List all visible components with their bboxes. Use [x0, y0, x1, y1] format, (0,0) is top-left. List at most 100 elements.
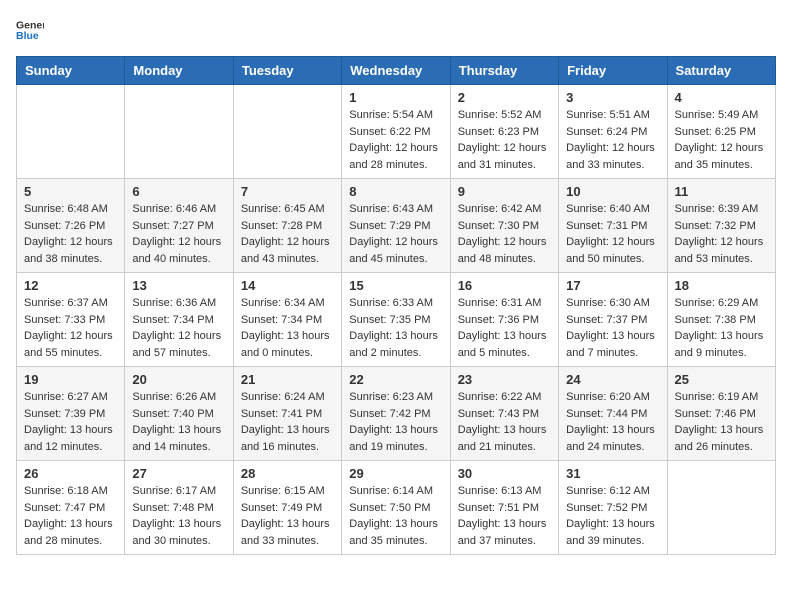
calendar-cell: 5 Sunrise: 6:48 AMSunset: 7:26 PMDaylight…: [17, 179, 125, 273]
day-info: Sunrise: 6:19 AMSunset: 7:46 PMDaylight:…: [675, 389, 768, 455]
day-number: 27: [132, 466, 225, 481]
day-number: 9: [458, 184, 551, 199]
day-number: 5: [24, 184, 117, 199]
day-info: Sunrise: 6:22 AMSunset: 7:43 PMDaylight:…: [458, 389, 551, 455]
calendar-table: SundayMondayTuesdayWednesdayThursdayFrid…: [16, 56, 776, 555]
calendar-cell: 27 Sunrise: 6:17 AMSunset: 7:48 PMDayligh…: [125, 461, 233, 555]
day-info: Sunrise: 6:48 AMSunset: 7:26 PMDaylight:…: [24, 201, 117, 267]
calendar-week-row: 12Sunrise: 6:37 AMSunset: 7:33 PMDayligh…: [17, 273, 776, 367]
calendar-cell: [17, 85, 125, 179]
day-info: Sunrise: 6:40 AMSunset: 7:31 PMDaylight:…: [566, 201, 659, 267]
calendar-cell: 28 Sunrise: 6:15 AMSunset: 7:49 PMDayligh…: [233, 461, 341, 555]
day-info: Sunrise: 6:43 AMSunset: 7:29 PMDaylight:…: [349, 201, 442, 267]
day-info: Sunrise: 6:46 AMSunset: 7:27 PMDaylight:…: [132, 201, 225, 267]
day-info: Sunrise: 6:18 AMSunset: 7:47 PMDaylight:…: [24, 483, 117, 549]
day-info: Sunrise: 6:13 AMSunset: 7:51 PMDaylight:…: [458, 483, 551, 549]
day-number: 30: [458, 466, 551, 481]
calendar-header-sunday: Sunday: [17, 57, 125, 85]
calendar-cell: 23Sunrise: 6:22 AMSunset: 7:43 PMDayligh…: [450, 367, 558, 461]
day-number: 2: [458, 90, 551, 105]
calendar-cell: 29Sunrise: 6:14 AMSunset: 7:50 PMDayligh…: [342, 461, 450, 555]
day-number: 13: [132, 278, 225, 293]
day-info: Sunrise: 6:37 AMSunset: 7:33 PMDaylight:…: [24, 295, 117, 361]
day-info: Sunrise: 6:31 AMSunset: 7:36 PMDaylight:…: [458, 295, 551, 361]
calendar-cell: 24 Sunrise: 6:20 AMSunset: 7:44 PMDayligh…: [559, 367, 667, 461]
day-info: Sunrise: 6:12 AMSunset: 7:52 PMDaylight:…: [566, 483, 659, 549]
calendar-cell: 14 Sunrise: 6:34 AMSunset: 7:34 PMDayligh…: [233, 273, 341, 367]
day-number: 25: [675, 372, 768, 387]
calendar-cell: 9 Sunrise: 6:42 AMSunset: 7:30 PMDaylight…: [450, 179, 558, 273]
calendar-cell: 2 Sunrise: 5:52 AMSunset: 6:23 PMDaylight…: [450, 85, 558, 179]
day-info: Sunrise: 6:26 AMSunset: 7:40 PMDaylight:…: [132, 389, 225, 455]
logo: General Blue: [16, 16, 44, 44]
calendar-cell: [125, 85, 233, 179]
day-number: 22: [349, 372, 442, 387]
day-number: 6: [132, 184, 225, 199]
calendar-cell: 20 Sunrise: 6:26 AMSunset: 7:40 PMDayligh…: [125, 367, 233, 461]
day-info: Sunrise: 6:24 AMSunset: 7:41 PMDaylight:…: [241, 389, 334, 455]
calendar-header-row: SundayMondayTuesdayWednesdayThursdayFrid…: [17, 57, 776, 85]
day-number: 1: [349, 90, 442, 105]
calendar-week-row: 19 Sunrise: 6:27 AMSunset: 7:39 PMDayligh…: [17, 367, 776, 461]
day-info: Sunrise: 6:34 AMSunset: 7:34 PMDaylight:…: [241, 295, 334, 361]
day-number: 16: [458, 278, 551, 293]
logo-icon: General Blue: [16, 16, 44, 44]
calendar-cell: 15 Sunrise: 6:33 AMSunset: 7:35 PMDayligh…: [342, 273, 450, 367]
day-number: 15: [349, 278, 442, 293]
calendar-cell: 11 Sunrise: 6:39 AMSunset: 7:32 PMDayligh…: [667, 179, 775, 273]
day-number: 28: [241, 466, 334, 481]
calendar-cell: 21 Sunrise: 6:24 AMSunset: 7:41 PMDayligh…: [233, 367, 341, 461]
calendar-cell: 1 Sunrise: 5:54 AMSunset: 6:22 PMDaylight…: [342, 85, 450, 179]
day-number: 21: [241, 372, 334, 387]
day-number: 24: [566, 372, 659, 387]
calendar-week-row: 1 Sunrise: 5:54 AMSunset: 6:22 PMDaylight…: [17, 85, 776, 179]
day-number: 8: [349, 184, 442, 199]
day-info: Sunrise: 5:54 AMSunset: 6:22 PMDaylight:…: [349, 107, 442, 173]
day-info: Sunrise: 5:51 AMSunset: 6:24 PMDaylight:…: [566, 107, 659, 173]
calendar-header-monday: Monday: [125, 57, 233, 85]
calendar-cell: 30 Sunrise: 6:13 AMSunset: 7:51 PMDayligh…: [450, 461, 558, 555]
day-info: Sunrise: 6:33 AMSunset: 7:35 PMDaylight:…: [349, 295, 442, 361]
calendar-cell: 16 Sunrise: 6:31 AMSunset: 7:36 PMDayligh…: [450, 273, 558, 367]
day-info: Sunrise: 6:15 AMSunset: 7:49 PMDaylight:…: [241, 483, 334, 549]
calendar-cell: 4Sunrise: 5:49 AMSunset: 6:25 PMDaylight…: [667, 85, 775, 179]
calendar-week-row: 26 Sunrise: 6:18 AMSunset: 7:47 PMDayligh…: [17, 461, 776, 555]
day-number: 26: [24, 466, 117, 481]
calendar-cell: 10 Sunrise: 6:40 AMSunset: 7:31 PMDayligh…: [559, 179, 667, 273]
calendar-cell: 26 Sunrise: 6:18 AMSunset: 7:47 PMDayligh…: [17, 461, 125, 555]
day-info: Sunrise: 6:23 AMSunset: 7:42 PMDaylight:…: [349, 389, 442, 455]
calendar-cell: 7Sunrise: 6:45 AMSunset: 7:28 PMDaylight…: [233, 179, 341, 273]
calendar-cell: 25 Sunrise: 6:19 AMSunset: 7:46 PMDayligh…: [667, 367, 775, 461]
calendar-cell: [233, 85, 341, 179]
calendar-cell: 3 Sunrise: 5:51 AMSunset: 6:24 PMDaylight…: [559, 85, 667, 179]
calendar-cell: 13 Sunrise: 6:36 AMSunset: 7:34 PMDayligh…: [125, 273, 233, 367]
day-number: 19: [24, 372, 117, 387]
day-number: 4: [675, 90, 768, 105]
day-number: 14: [241, 278, 334, 293]
calendar-week-row: 5 Sunrise: 6:48 AMSunset: 7:26 PMDaylight…: [17, 179, 776, 273]
day-info: Sunrise: 6:42 AMSunset: 7:30 PMDaylight:…: [458, 201, 551, 267]
day-number: 20: [132, 372, 225, 387]
calendar-cell: [667, 461, 775, 555]
calendar-cell: 19 Sunrise: 6:27 AMSunset: 7:39 PMDayligh…: [17, 367, 125, 461]
day-info: Sunrise: 5:52 AMSunset: 6:23 PMDaylight:…: [458, 107, 551, 173]
day-number: 18: [675, 278, 768, 293]
day-info: Sunrise: 6:27 AMSunset: 7:39 PMDaylight:…: [24, 389, 117, 455]
calendar-header-saturday: Saturday: [667, 57, 775, 85]
day-info: Sunrise: 6:36 AMSunset: 7:34 PMDaylight:…: [132, 295, 225, 361]
calendar-header-thursday: Thursday: [450, 57, 558, 85]
day-info: Sunrise: 6:45 AMSunset: 7:28 PMDaylight:…: [241, 201, 334, 267]
calendar-cell: 18Sunrise: 6:29 AMSunset: 7:38 PMDayligh…: [667, 273, 775, 367]
page-header: General Blue: [16, 16, 776, 44]
calendar-cell: 22 Sunrise: 6:23 AMSunset: 7:42 PMDayligh…: [342, 367, 450, 461]
day-number: 3: [566, 90, 659, 105]
day-info: Sunrise: 6:39 AMSunset: 7:32 PMDaylight:…: [675, 201, 768, 267]
day-number: 10: [566, 184, 659, 199]
day-number: 17: [566, 278, 659, 293]
day-number: 11: [675, 184, 768, 199]
calendar-cell: 8 Sunrise: 6:43 AMSunset: 7:29 PMDaylight…: [342, 179, 450, 273]
day-number: 31: [566, 466, 659, 481]
day-info: Sunrise: 6:17 AMSunset: 7:48 PMDaylight:…: [132, 483, 225, 549]
day-info: Sunrise: 6:30 AMSunset: 7:37 PMDaylight:…: [566, 295, 659, 361]
day-info: Sunrise: 6:20 AMSunset: 7:44 PMDaylight:…: [566, 389, 659, 455]
